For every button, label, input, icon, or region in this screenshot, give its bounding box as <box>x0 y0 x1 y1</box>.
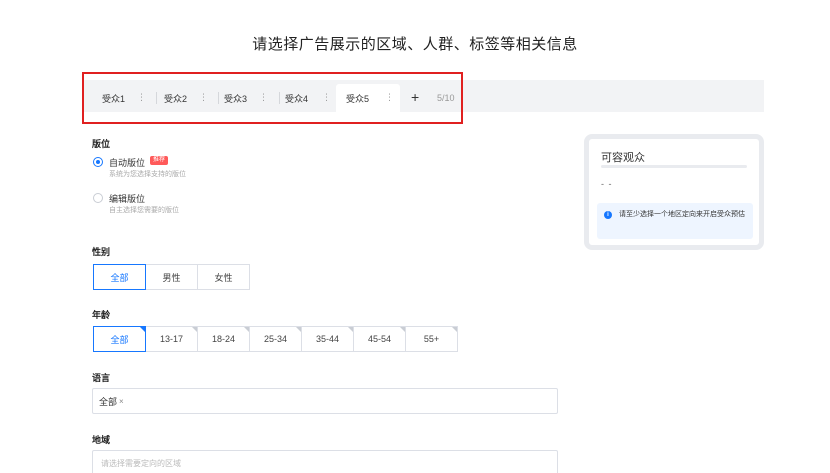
age-option-label: 35-44 <box>315 334 340 344</box>
page-heading: 请选择广告展示的区域、人群、标签等相关信息 <box>252 36 578 53</box>
auto-placement-radio[interactable] <box>93 157 103 167</box>
age-selector: 全部 13-17 18-24 25-34 35-44 45-54 55+ <box>93 326 458 352</box>
region-label: 地域 <box>92 435 111 445</box>
gender-selector: 全部 男性 女性 <box>93 264 250 290</box>
gender-option-male[interactable]: 男性 <box>145 264 198 290</box>
corner-mark <box>140 327 145 332</box>
edit-placement-radio[interactable] <box>93 193 103 203</box>
language-tag-label: 全部 <box>99 397 118 407</box>
language-select[interactable]: 全部 × <box>92 388 558 414</box>
age-option-55-plus[interactable]: 55+ <box>405 326 458 352</box>
gender-option-female[interactable]: 女性 <box>197 264 250 290</box>
info-icon: i <box>604 211 612 219</box>
estimate-note: i 请至少选择一个地区定向来开启受众预估 <box>597 203 753 239</box>
age-option-45-54[interactable]: 45-54 <box>353 326 406 352</box>
age-option-13-17[interactable]: 13-17 <box>145 326 198 352</box>
corner-mark <box>452 327 457 332</box>
age-option-35-44[interactable]: 35-44 <box>301 326 354 352</box>
estimate-bar <box>601 165 747 168</box>
region-select[interactable]: 请选择需要定向的区域 <box>92 450 558 473</box>
card-title: 可容观众 <box>601 152 645 164</box>
gender-label: 性别 <box>92 247 111 257</box>
age-option-all[interactable]: 全部 <box>93 326 146 352</box>
age-option-label: 18-24 <box>211 334 236 344</box>
edit-placement-desc: 自主选择您需要的版位 <box>109 207 179 214</box>
highlight-box <box>82 72 463 124</box>
placement-label: 版位 <box>92 139 111 149</box>
age-option-label: 13-17 <box>159 334 184 344</box>
age-option-18-24[interactable]: 18-24 <box>197 326 250 352</box>
edit-placement-title[interactable]: 编辑版位 <box>109 192 145 205</box>
age-option-label: 45-54 <box>367 334 392 344</box>
age-option-label: 55+ <box>423 334 440 344</box>
gender-option-all[interactable]: 全部 <box>93 264 146 290</box>
age-label: 年龄 <box>92 310 111 320</box>
age-option-label: 全部 <box>110 334 129 345</box>
recommend-badge: 推荐 <box>150 156 169 165</box>
audience-estimate-card: 可容观众 - - i 请至少选择一个地区定向来开启受众预估 <box>584 134 764 250</box>
region-placeholder: 请选择需要定向的区域 <box>101 459 181 468</box>
auto-placement-title[interactable]: 自动版位 <box>109 156 145 169</box>
close-icon[interactable]: × <box>119 397 124 406</box>
age-option-25-34[interactable]: 25-34 <box>249 326 302 352</box>
auto-placement-desc: 系统为您选择支持的版位 <box>109 171 186 178</box>
estimate-note-text: 请至少选择一个地区定向来开启受众预估 <box>619 211 745 218</box>
language-tag: 全部 × <box>99 395 124 408</box>
age-option-label: 25-34 <box>263 334 288 344</box>
estimate-value: - - <box>601 179 613 189</box>
language-label: 语言 <box>92 373 111 383</box>
